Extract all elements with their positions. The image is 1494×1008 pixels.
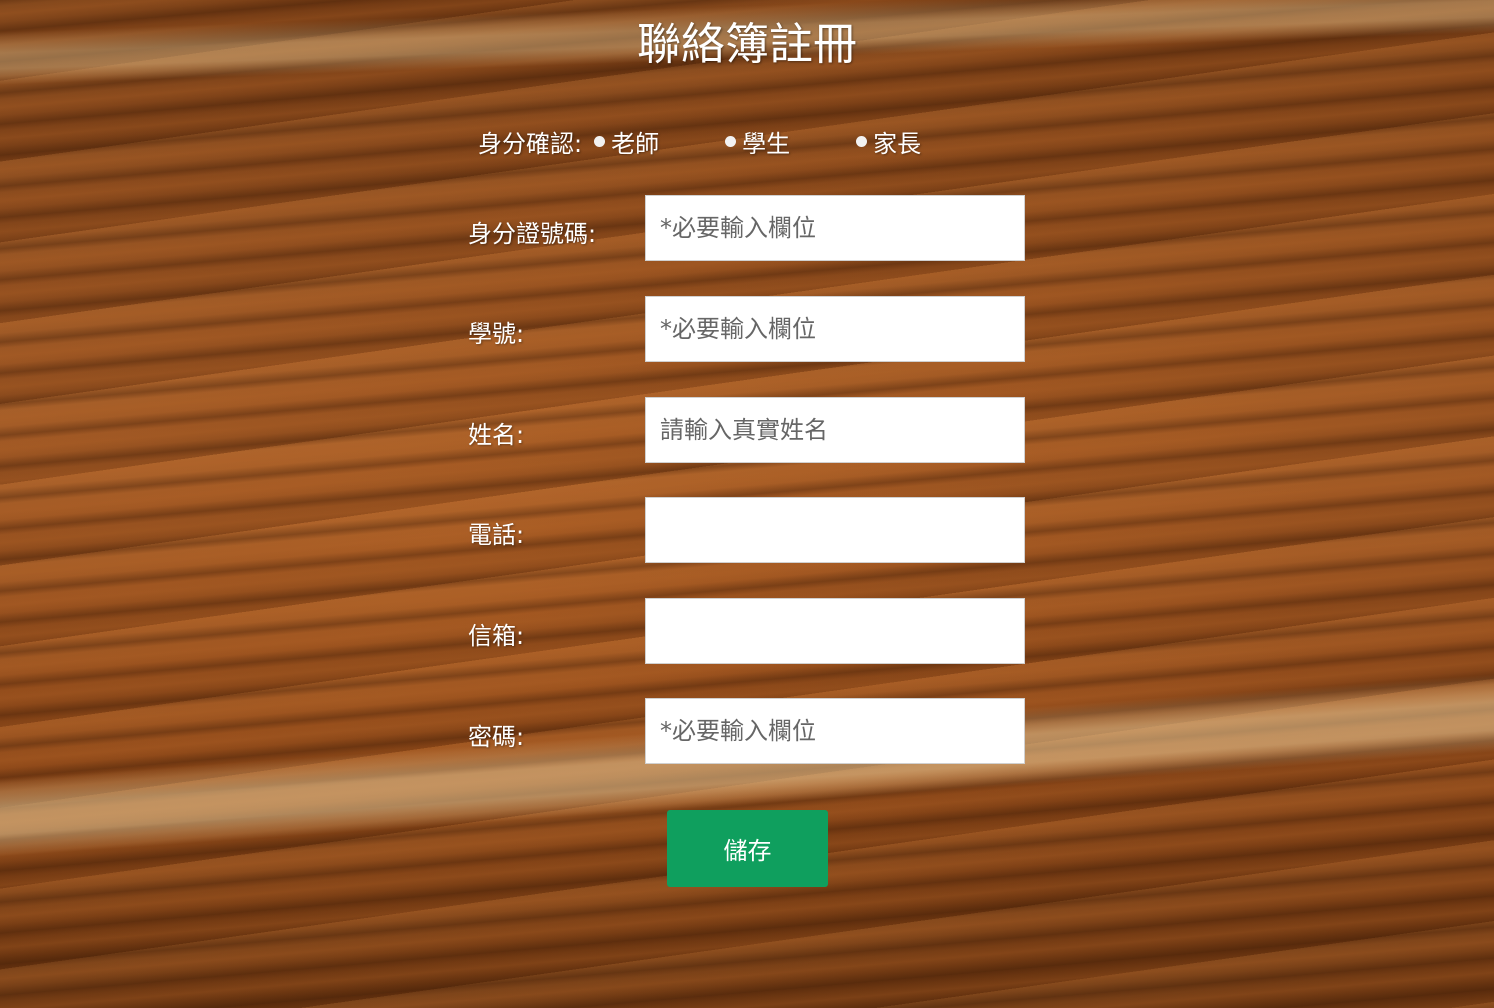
radio-label-parent: 家長	[873, 129, 922, 158]
radio-button[interactable]	[725, 135, 737, 147]
email-input[interactable]	[645, 598, 1025, 664]
identity-row: 身分確認: 老師 學生 家長	[478, 124, 987, 158]
name-label: 姓名:	[468, 421, 525, 449]
radio-button[interactable]	[594, 135, 606, 147]
student-id-input[interactable]	[645, 296, 1025, 362]
phone-label: 電話:	[468, 521, 525, 549]
id-number-input[interactable]	[645, 195, 1025, 261]
name-input[interactable]	[645, 397, 1025, 463]
phone-input[interactable]	[645, 497, 1025, 563]
radio-option-parent[interactable]: 家長	[856, 124, 921, 159]
radio-button[interactable]	[856, 135, 868, 147]
radio-label-student: 學生	[742, 129, 791, 158]
identity-label: 身分確認:	[478, 129, 583, 158]
save-button[interactable]: 儲存	[667, 810, 828, 887]
radio-option-teacher[interactable]: 老師	[594, 124, 659, 159]
student-id-label: 學號:	[468, 320, 525, 348]
email-label: 信箱:	[468, 622, 525, 650]
radio-label-teacher: 老師	[611, 129, 660, 158]
id-number-label: 身分證號碼:	[468, 220, 597, 248]
radio-option-student[interactable]: 學生	[725, 124, 790, 159]
page-title: 聯絡簿註冊	[637, 19, 857, 70]
password-input[interactable]	[645, 698, 1025, 764]
password-label: 密碼:	[468, 723, 525, 751]
